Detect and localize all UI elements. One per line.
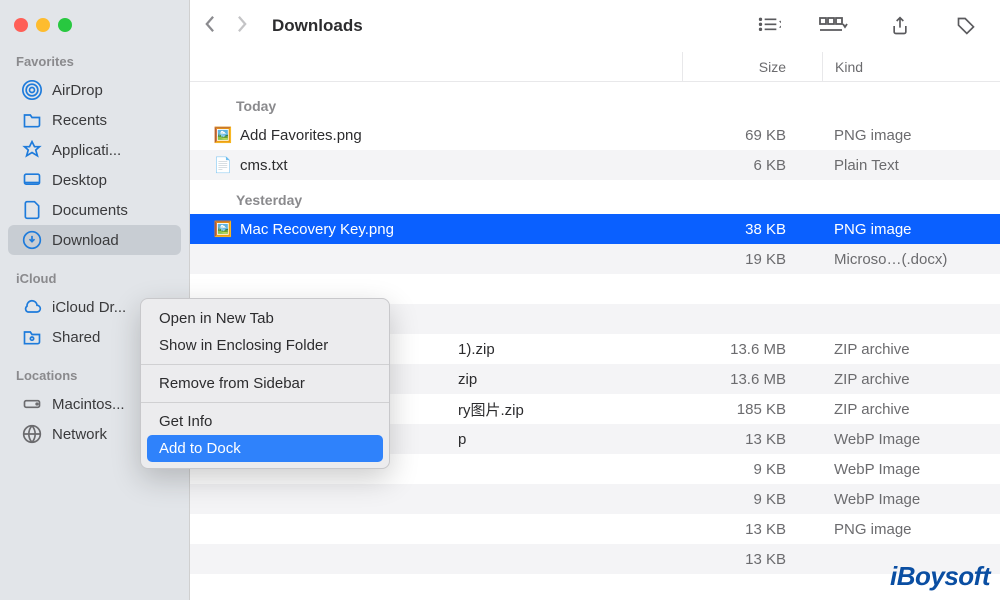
- sidebar-item-label: Download: [52, 232, 119, 249]
- column-kind[interactable]: Kind: [822, 52, 982, 81]
- file-name-label: cms.txt: [240, 157, 288, 174]
- file-size: 6 KB: [682, 157, 822, 174]
- file-kind: WebP Image: [822, 461, 982, 478]
- file-size: 13 KB: [682, 551, 822, 568]
- airdrop-icon: [22, 80, 42, 100]
- file-kind: Plain Text: [822, 157, 982, 174]
- file-size: 13 KB: [682, 431, 822, 448]
- file-size: 13 KB: [682, 521, 822, 538]
- group-header-yesterday: Yesterday: [190, 180, 1000, 214]
- document-icon: [22, 200, 42, 220]
- png-file-icon: 🖼️: [214, 220, 232, 238]
- file-kind: PNG image: [822, 127, 982, 144]
- download-icon: [22, 230, 42, 250]
- sidebar-item-recents[interactable]: Recents: [8, 105, 181, 135]
- tags-button[interactable]: [946, 10, 986, 42]
- nav-arrows: [204, 15, 248, 38]
- file-name-label: 1).zip: [458, 341, 495, 358]
- sidebar-header: Favorites: [0, 50, 189, 75]
- file-row[interactable]: 9 KB WebP Image: [190, 484, 1000, 514]
- file-kind: ZIP archive: [822, 371, 982, 388]
- view-as-list-button[interactable]: [748, 10, 788, 42]
- fullscreen-window-button[interactable]: [58, 18, 72, 32]
- sidebar-item-label: Macintos...: [52, 396, 125, 413]
- file-row[interactable]: 🖼️ Mac Recovery Key.png 38 KB PNG image: [190, 214, 1000, 244]
- sidebar-item-label: Applicati...: [52, 142, 121, 159]
- sidebar-section-favorites: Favorites AirDrop Recents Applicati... D…: [0, 50, 189, 255]
- sidebar-item-airdrop[interactable]: AirDrop: [8, 75, 181, 105]
- file-size: 9 KB: [682, 491, 822, 508]
- column-size[interactable]: Size: [682, 52, 822, 81]
- text-file-icon: 📄: [214, 156, 232, 174]
- file-kind: WebP Image: [822, 431, 982, 448]
- file-kind: ZIP archive: [822, 341, 982, 358]
- menu-item-open-new-tab[interactable]: Open in New Tab: [141, 305, 389, 332]
- menu-item-get-info[interactable]: Get Info: [141, 408, 389, 435]
- file-size: 19 KB: [682, 251, 822, 268]
- desktop-icon: [22, 170, 42, 190]
- toolbar-actions: [748, 10, 986, 42]
- disk-icon: [22, 394, 42, 414]
- file-name-label: zip: [458, 371, 477, 388]
- sidebar-item-label: Desktop: [52, 172, 107, 189]
- group-header-today: Today: [190, 86, 1000, 120]
- back-button[interactable]: [204, 15, 215, 38]
- menu-item-show-enclosing[interactable]: Show in Enclosing Folder: [141, 332, 389, 359]
- sidebar-item-desktop[interactable]: Desktop: [8, 165, 181, 195]
- file-size: 9 KB: [682, 461, 822, 478]
- file-kind: WebP Image: [822, 491, 982, 508]
- file-row[interactable]: 📄 cms.txt 6 KB Plain Text: [190, 150, 1000, 180]
- file-name-label: ry图片.zip: [458, 399, 524, 420]
- file-row[interactable]: 13 KB PNG image: [190, 514, 1000, 544]
- watermark: iBoysoft: [890, 561, 990, 592]
- file-row[interactable]: 🖼️ Add Favorites.png 69 KB PNG image: [190, 120, 1000, 150]
- file-size: 38 KB: [682, 221, 822, 238]
- file-kind: PNG image: [822, 521, 982, 538]
- close-window-button[interactable]: [14, 18, 28, 32]
- window-controls: [0, 8, 189, 50]
- globe-icon: [22, 424, 42, 444]
- toolbar: Downloads: [190, 0, 1000, 52]
- sidebar-item-documents[interactable]: Documents: [8, 195, 181, 225]
- forward-button[interactable]: [237, 15, 248, 38]
- sidebar-item-label: Network: [52, 426, 107, 443]
- apps-icon: [22, 140, 42, 160]
- sidebar-item-downloads[interactable]: Download: [8, 225, 181, 255]
- file-name-label: Add Favorites.png: [240, 127, 362, 144]
- window-title: Downloads: [272, 16, 363, 36]
- minimize-window-button[interactable]: [36, 18, 50, 32]
- file-row[interactable]: 19 KB Microso…(.docx): [190, 244, 1000, 274]
- context-menu: Open in New Tab Show in Enclosing Folder…: [140, 298, 390, 469]
- menu-separator: [141, 402, 389, 403]
- menu-separator: [141, 364, 389, 365]
- sidebar-item-applications[interactable]: Applicati...: [8, 135, 181, 165]
- file-size: 13.6 MB: [682, 341, 822, 358]
- file-row[interactable]: 13 KB: [190, 544, 1000, 574]
- file-size: 185 KB: [682, 401, 822, 418]
- file-size: 69 KB: [682, 127, 822, 144]
- folder-icon: [22, 110, 42, 130]
- menu-item-remove-sidebar[interactable]: Remove from Sidebar: [141, 370, 389, 397]
- column-headers: Size Kind: [190, 52, 1000, 82]
- png-file-icon: 🖼️: [214, 126, 232, 144]
- file-name-label: Mac Recovery Key.png: [240, 221, 394, 238]
- cloud-icon: [22, 297, 42, 317]
- shared-folder-icon: [22, 327, 42, 347]
- sidebar-item-label: AirDrop: [52, 82, 103, 99]
- share-button[interactable]: [880, 10, 920, 42]
- file-name-label: p: [458, 431, 466, 448]
- sidebar-item-label: Documents: [52, 202, 128, 219]
- group-by-button[interactable]: [814, 10, 854, 42]
- file-kind: PNG image: [822, 221, 982, 238]
- file-kind: ZIP archive: [822, 401, 982, 418]
- sidebar-header: iCloud: [0, 267, 189, 292]
- sidebar-item-label: iCloud Dr...: [52, 299, 126, 316]
- file-kind: Microso…(.docx): [822, 251, 982, 268]
- menu-item-add-to-dock[interactable]: Add to Dock: [147, 435, 383, 462]
- sidebar-item-label: Shared: [52, 329, 100, 346]
- sidebar-item-label: Recents: [52, 112, 107, 129]
- file-size: 13.6 MB: [682, 371, 822, 388]
